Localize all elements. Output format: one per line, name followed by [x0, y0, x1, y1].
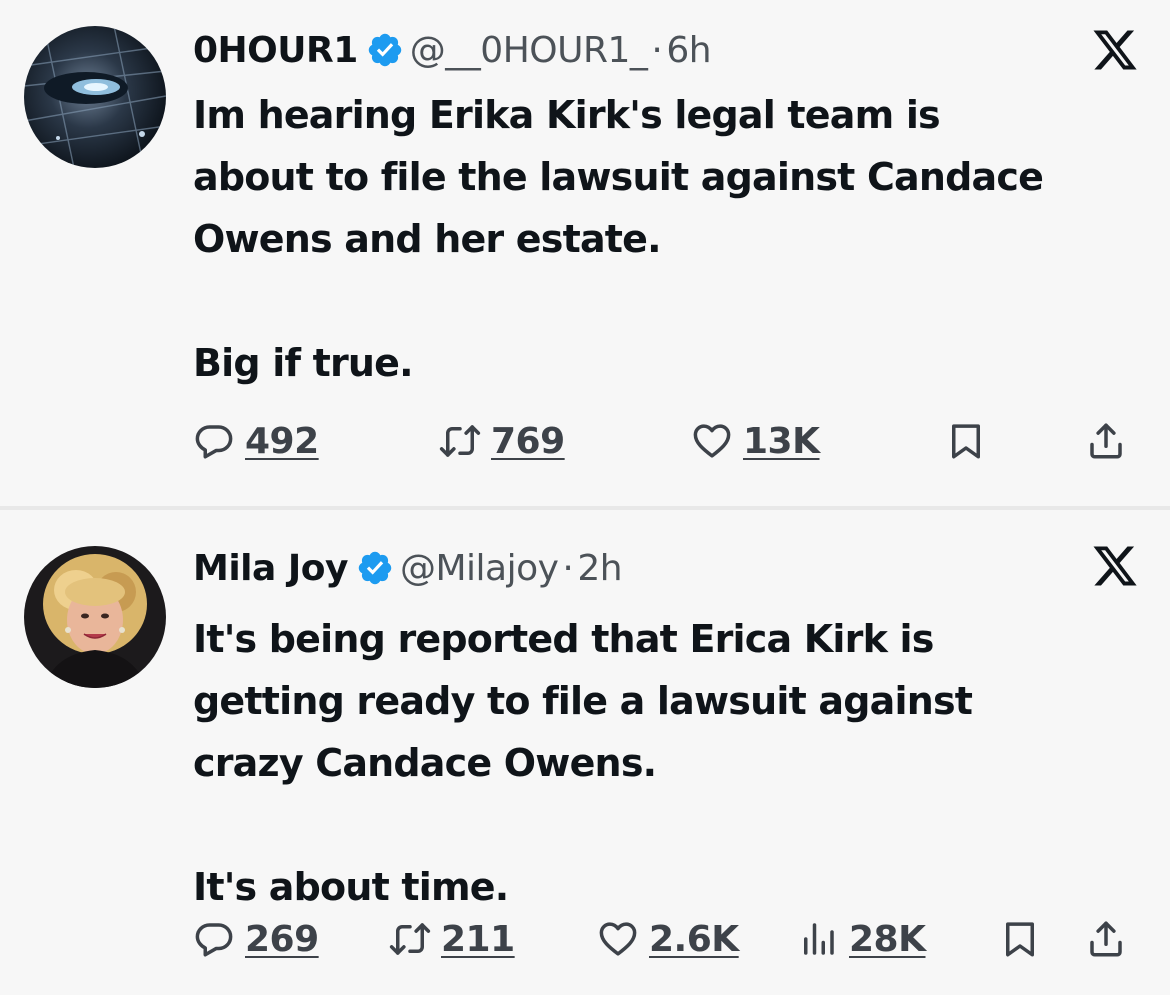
tweet-text: Im hearing Erika Kirk's legal team is ab…	[193, 84, 1153, 394]
separator: ·	[651, 29, 663, 71]
repost-count: 769	[491, 420, 565, 462]
heart-icon	[691, 420, 733, 462]
avatar[interactable]	[24, 546, 166, 688]
user-handle[interactable]: @__0HOUR1_	[410, 30, 648, 71]
avatar[interactable]	[24, 26, 166, 168]
bookmark-icon	[999, 918, 1041, 960]
timestamp[interactable]: 6h	[666, 30, 711, 71]
reply-button[interactable]: 492	[193, 416, 319, 466]
views-count: 28K	[849, 918, 926, 960]
bookmark-button[interactable]	[945, 416, 987, 466]
like-count: 2.6K	[649, 918, 739, 960]
x-logo-icon	[1090, 542, 1140, 590]
bookmark-icon	[945, 420, 987, 462]
tweet-card[interactable]: Mila Joy @Milajoy · 2h It's being report…	[0, 510, 1170, 995]
share-icon	[1085, 420, 1127, 462]
timestamp[interactable]: 2h	[577, 548, 622, 589]
tweet-header: Mila Joy @Milajoy · 2h	[193, 538, 623, 598]
share-button[interactable]	[1085, 416, 1127, 466]
tweet-card[interactable]: 0HOUR1 @__0HOUR1_ · 6h Im hearing Erika …	[0, 0, 1170, 508]
repost-icon	[389, 918, 431, 960]
action-bar: 492 769 13K	[193, 416, 1138, 466]
bookmark-button[interactable]	[999, 914, 1041, 964]
tweet-text: It's being reported that Erica Kirk is g…	[193, 608, 1153, 918]
repost-button[interactable]: 769	[439, 416, 565, 466]
views-icon	[797, 918, 839, 960]
views-button[interactable]: 28K	[797, 914, 926, 964]
action-bar: 269 211 2.6K 28K	[193, 914, 1138, 964]
reply-icon	[193, 918, 235, 960]
verified-badge-icon	[366, 31, 404, 69]
reply-icon	[193, 420, 235, 462]
tweet-line: It's about time.	[193, 865, 509, 909]
repost-icon	[439, 420, 481, 462]
reply-button[interactable]: 269	[193, 914, 319, 964]
display-name[interactable]: Mila Joy	[193, 548, 348, 589]
tweet-line: Owens and her estate.	[193, 217, 662, 261]
user-handle[interactable]: @Milajoy	[400, 548, 559, 589]
tweet-line: crazy Candace Owens.	[193, 741, 657, 785]
repost-count: 211	[441, 918, 515, 960]
like-count: 13K	[743, 420, 820, 462]
tweet-line: It's being reported that Erica Kirk is	[193, 617, 934, 661]
share-button[interactable]	[1085, 914, 1127, 964]
like-button[interactable]: 2.6K	[597, 914, 739, 964]
separator: ·	[562, 547, 574, 589]
reply-count: 269	[245, 918, 319, 960]
share-icon	[1085, 918, 1127, 960]
x-logo-icon	[1090, 26, 1140, 74]
tweet-line: about to file the lawsuit against Candac…	[193, 155, 1044, 199]
like-button[interactable]: 13K	[691, 416, 820, 466]
repost-button[interactable]: 211	[389, 914, 515, 964]
heart-icon	[597, 918, 639, 960]
display-name[interactable]: 0HOUR1	[193, 30, 358, 71]
tweet-header: 0HOUR1 @__0HOUR1_ · 6h	[193, 20, 712, 80]
tweet-line: getting ready to file a lawsuit against	[193, 679, 973, 723]
tweet-line: Big if true.	[193, 341, 414, 385]
reply-count: 492	[245, 420, 319, 462]
tweet-line: Im hearing Erika Kirk's legal team is	[193, 93, 941, 137]
verified-badge-icon	[356, 549, 394, 587]
